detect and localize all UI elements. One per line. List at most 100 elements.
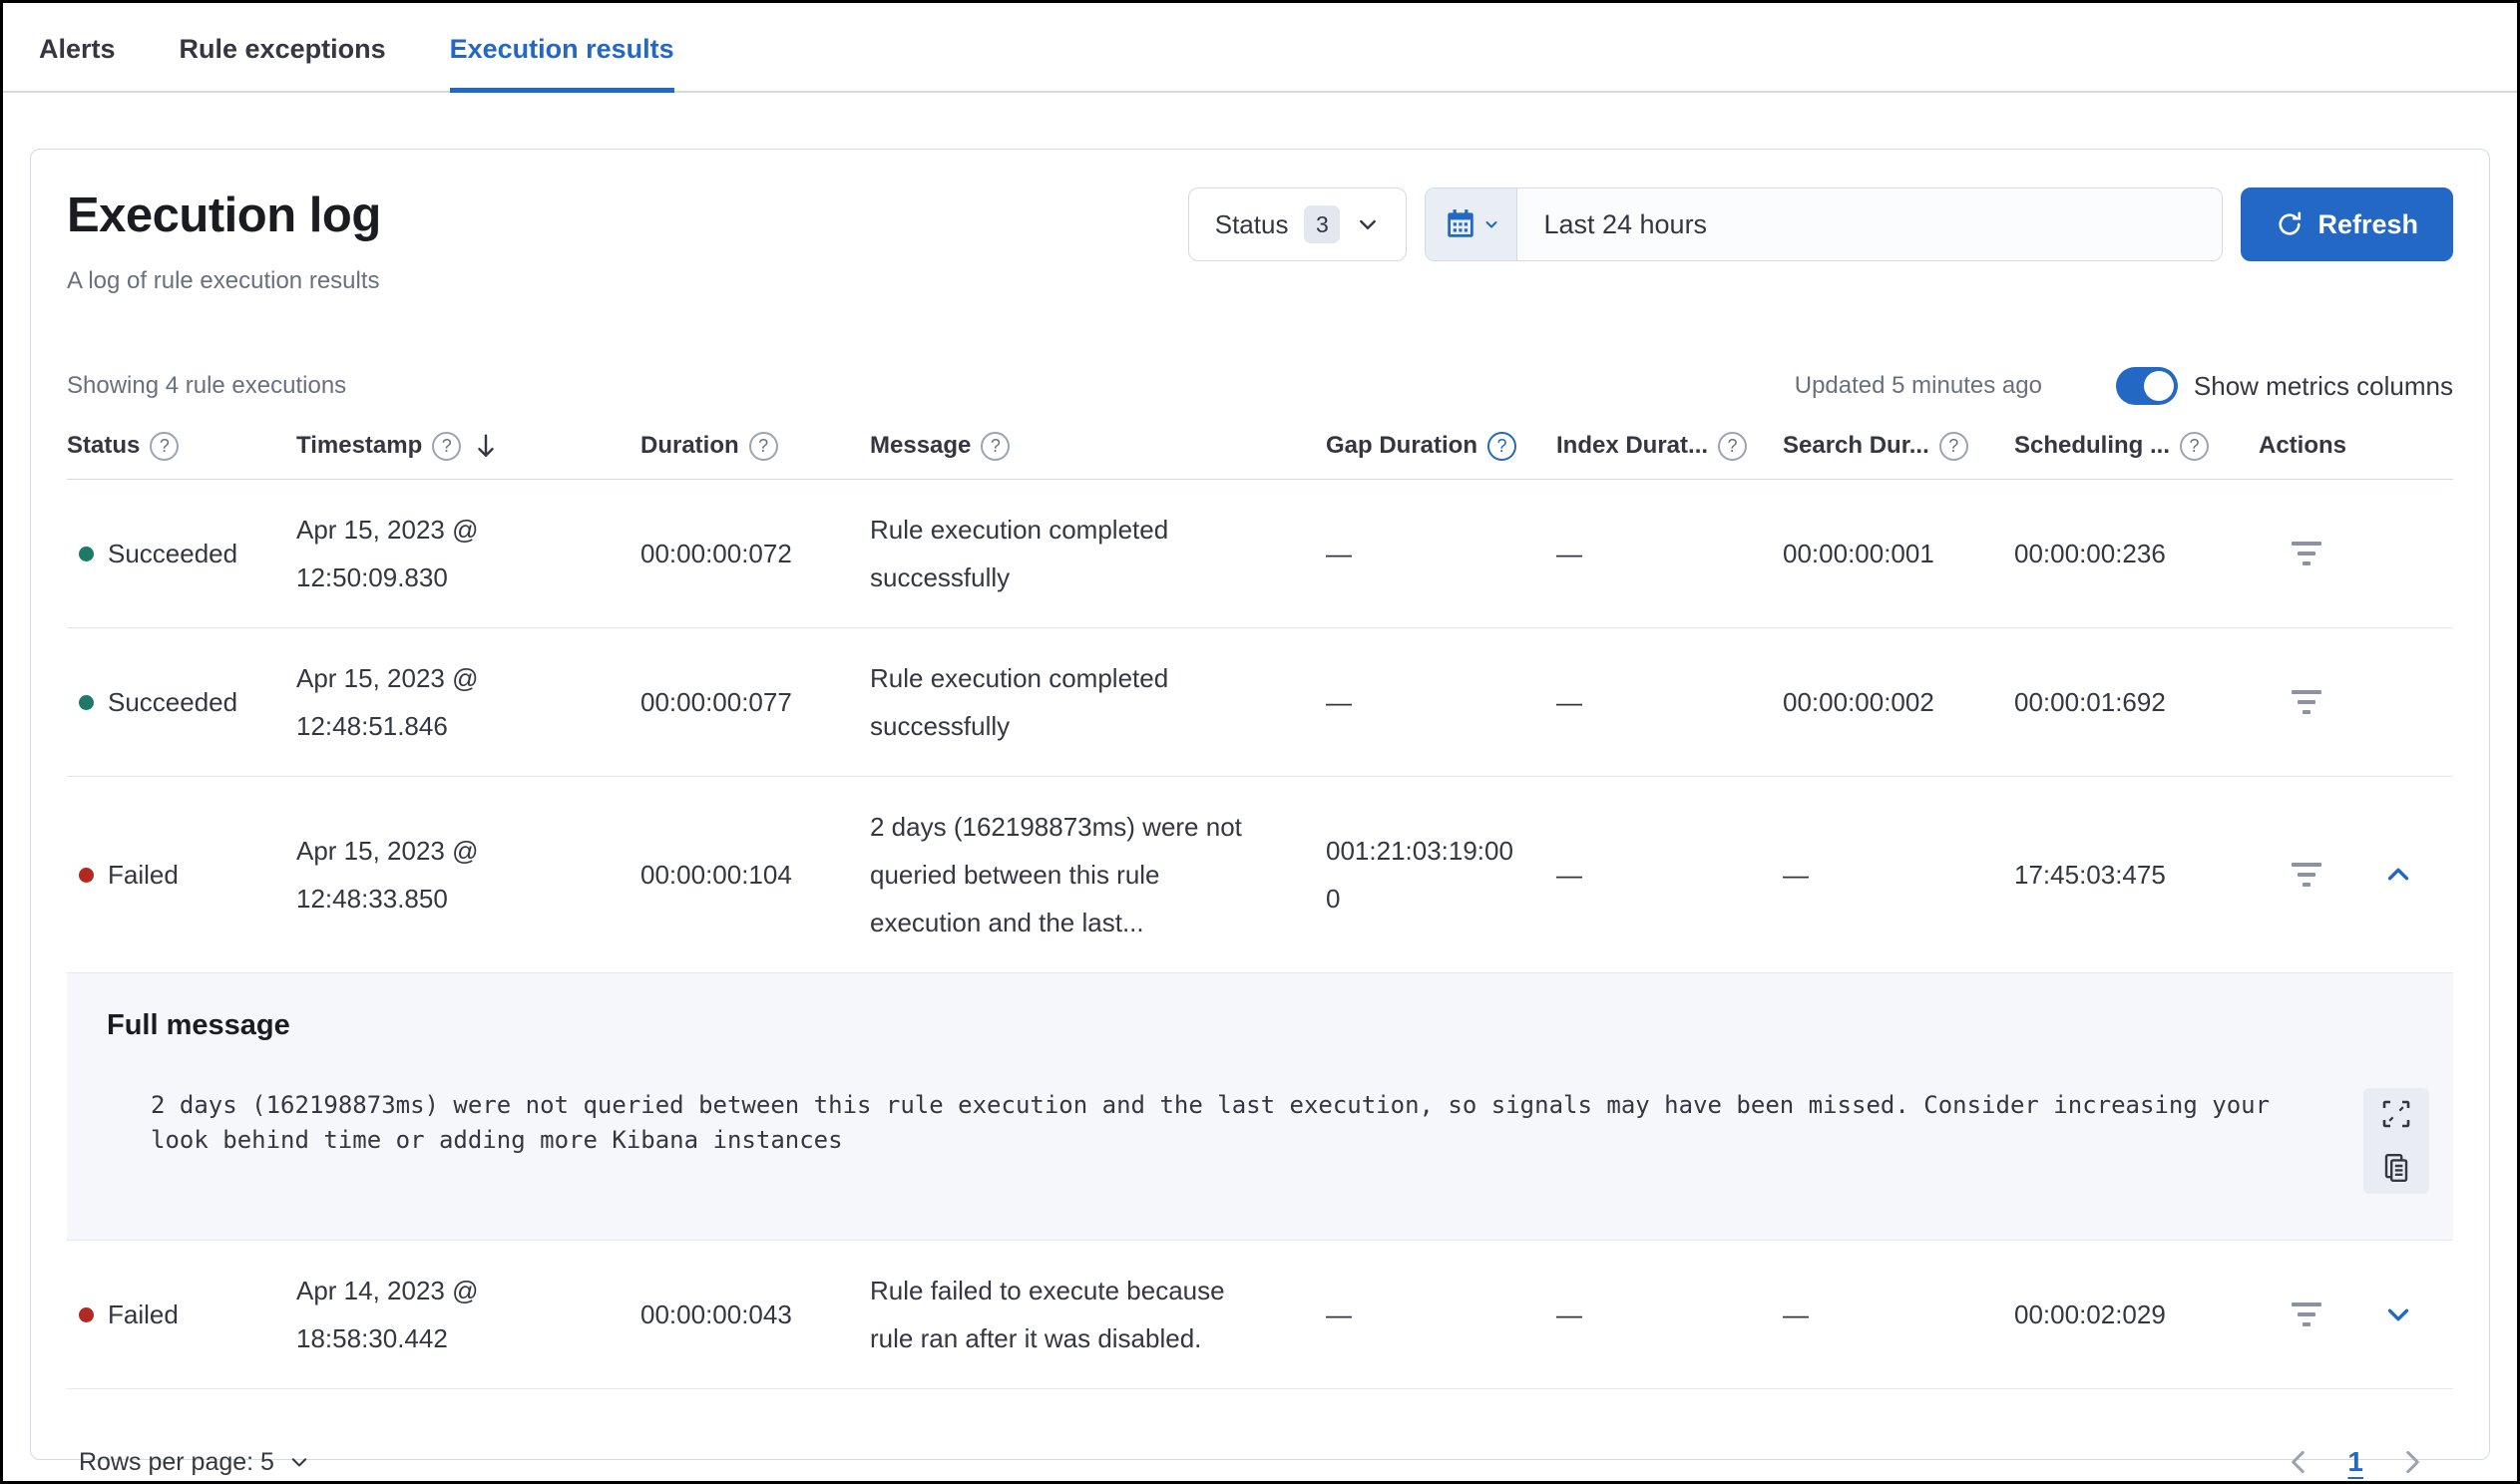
page-subtitle: A log of rule execution results — [67, 267, 380, 294]
gap-duration-cell: — — [1326, 1299, 1352, 1329]
calendar-icon — [1444, 207, 1477, 241]
refresh-icon — [2276, 210, 2304, 238]
status-dot — [79, 694, 94, 710]
table-body: Succeeded Apr 15, 2023 @ 12:50:09.830 00… — [67, 480, 2453, 1389]
status-filter-button[interactable]: Status 3 — [1187, 187, 1408, 261]
show-metrics-toggle[interactable] — [2115, 367, 2178, 405]
full-message-heading: Full message — [107, 1009, 290, 1041]
execution-log-panel: Execution log A log of rule execution re… — [30, 149, 2490, 1477]
tab-execution-results[interactable]: Execution results — [449, 34, 674, 93]
chevron-down-icon — [288, 1451, 310, 1473]
index-duration-cell: — — [1556, 539, 1582, 568]
status-cell: Failed — [67, 851, 296, 899]
message-cell: Rule execution completed successfully — [870, 663, 1169, 741]
search-duration-cell: 00:00:00:001 — [1783, 539, 1934, 568]
status-filter-label: Status — [1214, 208, 1289, 239]
status-cell: Succeeded — [67, 678, 296, 726]
tab-alerts[interactable]: Alerts — [39, 34, 116, 91]
duration-cell: 00:00:00:077 — [640, 687, 792, 717]
rows-per-page-button[interactable]: Rows per page: 5 — [79, 1448, 310, 1477]
top-tabs: Alerts Rule exceptions Execution results — [3, 3, 2517, 93]
copy-icon[interactable] — [2380, 1152, 2412, 1184]
help-icon[interactable]: ? — [1718, 431, 1748, 461]
help-icon[interactable]: ? — [1487, 431, 1517, 461]
scheduling-delay-cell: 00:00:01:692 — [2014, 687, 2166, 717]
help-icon[interactable]: ? — [150, 431, 180, 461]
expander-cell — [2353, 687, 2453, 717]
pager: 1 — [2282, 1445, 2429, 1479]
date-range-picker[interactable]: Last 24 hours — [1425, 187, 2224, 261]
sort-desc-icon — [471, 431, 501, 461]
duration-cell: 00:00:00:072 — [640, 539, 792, 568]
message-cell: Rule failed to execute because rule ran … — [870, 1276, 1225, 1353]
index-duration-cell: — — [1556, 687, 1582, 717]
actions-cell — [2259, 534, 2353, 573]
help-icon[interactable]: ? — [1938, 431, 1968, 461]
date-picker-calendar-segment[interactable] — [1426, 188, 1518, 260]
chevron-down-icon — [1356, 212, 1380, 236]
status-dot — [79, 867, 94, 883]
refresh-label: Refresh — [2317, 208, 2418, 239]
chevron-down-icon — [1483, 216, 1499, 232]
panel-title-block: Execution log A log of rule execution re… — [67, 187, 381, 295]
help-icon[interactable]: ? — [981, 431, 1011, 461]
timestamp-cell: Apr 15, 2023 @ 12:48:51.846 — [296, 663, 479, 741]
table-header: Status ? Timestamp ? Duration ? Message … — [67, 431, 2453, 480]
duration-cell: 00:00:00:104 — [640, 860, 792, 890]
help-icon[interactable]: ? — [432, 431, 462, 461]
index-duration-cell: — — [1556, 1299, 1582, 1329]
filter-actions-icon[interactable] — [2284, 855, 2329, 895]
gap-duration-cell: — — [1326, 687, 1352, 717]
next-page-button[interactable] — [2395, 1445, 2429, 1479]
execution-results-screen: Alerts Rule exceptions Execution results… — [0, 0, 2520, 1484]
table-row: Succeeded Apr 15, 2023 @ 12:48:51.846 00… — [67, 628, 2453, 777]
actions-cell — [2259, 1295, 2353, 1334]
column-header-status: Status ? — [67, 431, 296, 461]
column-header-index-duration: Index Durat... ? — [1556, 431, 1783, 461]
duration-cell: 00:00:00:043 — [640, 1299, 792, 1329]
status-cell: Succeeded — [67, 530, 296, 577]
toolbar: Status 3 Last 24 hours Refresh — [1187, 187, 2453, 261]
actions-cell — [2259, 682, 2353, 722]
message-cell: 2 days (162198873ms) were not queried be… — [870, 812, 1242, 937]
expand-row-button[interactable] — [2383, 1299, 2413, 1329]
column-header-actions: Actions — [2259, 432, 2347, 459]
table-row: Failed Apr 15, 2023 @ 12:48:33.850 00:00… — [67, 777, 2453, 973]
gap-duration-cell: — — [1326, 539, 1352, 568]
filter-actions-icon[interactable] — [2284, 682, 2329, 722]
filter-actions-icon[interactable] — [2284, 1295, 2329, 1334]
page-number-button[interactable]: 1 — [2347, 1446, 2363, 1478]
status-dot — [79, 546, 94, 561]
help-icon[interactable]: ? — [748, 431, 778, 461]
column-header-gap-duration: Gap Duration ? — [1326, 431, 1556, 461]
expand-row-button[interactable] — [2383, 860, 2413, 890]
timestamp-cell: Apr 14, 2023 @ 18:58:30.442 — [296, 1276, 479, 1353]
message-cell: Rule execution completed successfully — [870, 515, 1169, 592]
gap-duration-cell: 001:21:03:19:000 — [1326, 836, 1513, 914]
table-meta-row: Showing 4 rule executions Updated 5 minu… — [67, 367, 2453, 405]
previous-page-button[interactable] — [2282, 1445, 2315, 1479]
refresh-button[interactable]: Refresh — [2241, 187, 2453, 261]
search-duration-cell: — — [1783, 1299, 1809, 1329]
fullscreen-icon[interactable] — [2380, 1098, 2412, 1130]
expander-cell — [2353, 539, 2453, 568]
column-header-timestamp[interactable]: Timestamp ? — [296, 431, 640, 461]
table-row: Failed Apr 14, 2023 @ 18:58:30.442 00:00… — [67, 1241, 2453, 1389]
full-message-actions — [2363, 1088, 2429, 1194]
status-cell: Failed — [67, 1291, 296, 1338]
expanded-row-detail: Full message 2 days (162198873ms) were n… — [67, 973, 2453, 1241]
column-header-message: Message ? — [870, 431, 1326, 461]
expander-cell — [2353, 860, 2453, 890]
column-header-search-duration: Search Dur... ? — [1783, 431, 2014, 461]
pagination-row: Rows per page: 5 1 — [67, 1389, 2453, 1481]
page-title: Execution log — [67, 188, 381, 242]
filter-actions-icon[interactable] — [2284, 534, 2329, 573]
search-duration-cell: 00:00:00:002 — [1783, 687, 1934, 717]
scheduling-delay-cell: 00:00:00:236 — [2014, 539, 2166, 568]
tab-rule-exceptions[interactable]: Rule exceptions — [180, 34, 386, 91]
date-range-value: Last 24 hours — [1543, 208, 1708, 239]
help-icon[interactable]: ? — [2180, 431, 2210, 461]
actions-cell — [2259, 855, 2353, 895]
column-header-scheduling-delay: Scheduling ... ? — [2014, 431, 2259, 461]
scheduling-delay-cell: 17:45:03:475 — [2014, 860, 2166, 890]
